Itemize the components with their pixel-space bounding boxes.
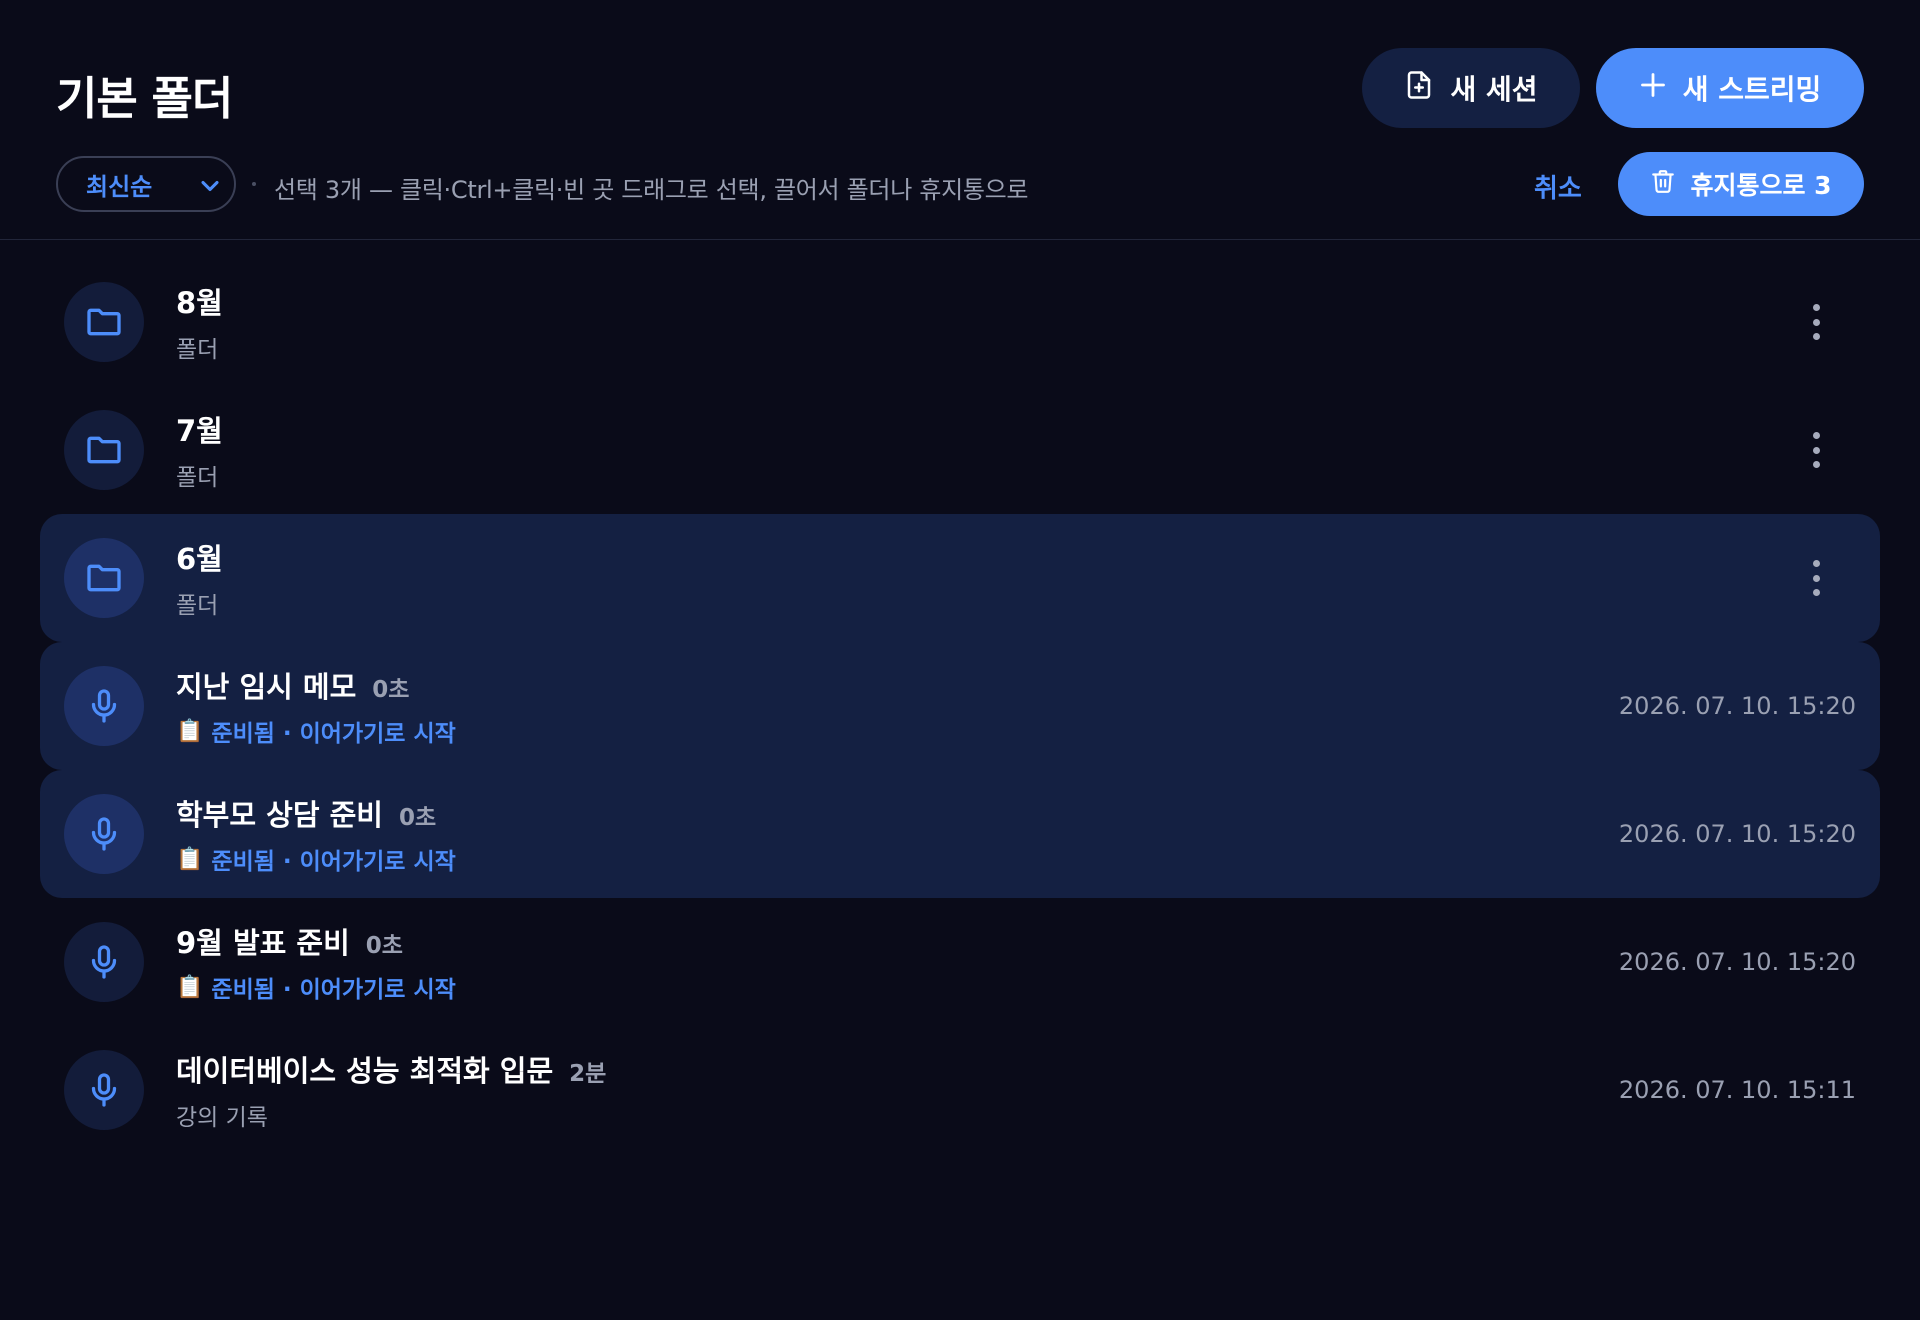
chevron-down-icon — [196, 172, 224, 206]
new-stream-button[interactable]: 새 스트리밍 — [1596, 48, 1864, 128]
page-title: 기본 폴더 — [56, 72, 233, 125]
new-session-button[interactable]: 새 세션 — [1362, 48, 1580, 128]
clipboard-icon: 📋 — [176, 718, 204, 744]
move-to-trash-label: 휴지통으로 3 — [1690, 171, 1832, 200]
session-duration: 2분 — [569, 1061, 607, 1087]
folder-title: 7월 — [176, 414, 223, 448]
folder-title: 6월 — [176, 542, 223, 576]
session-duration: 0초 — [372, 677, 410, 703]
folder-title: 8월 — [176, 286, 223, 320]
session-date: 2026. 07. 10. 15:11 — [1618, 1076, 1856, 1104]
clipboard-icon: 📋 — [176, 846, 204, 872]
page-header: 기본 폴더 새 세션 새 스트리밍 최신순 선택 3개 — 클릭·Ctrl+클릭… — [0, 0, 1920, 240]
folder-row[interactable]: 7월 폴더 — [40, 386, 1880, 514]
microphone-icon — [64, 1050, 144, 1130]
session-title: 지난 임시 메모 0초 — [176, 670, 410, 704]
folder-icon — [64, 538, 144, 618]
folder-icon — [64, 410, 144, 490]
new-stream-label: 새 스트리밍 — [1682, 73, 1822, 106]
more-vertical-icon[interactable] — [1804, 430, 1828, 470]
folder-subtitle: 폴더 — [176, 337, 219, 363]
folder-subtitle: 폴더 — [176, 465, 219, 491]
cancel-button[interactable]: 취소 — [1534, 168, 1582, 205]
microphone-icon — [64, 922, 144, 1002]
session-row[interactable]: 9월 발표 준비 0초 📋 준비됨 · 이어가기로 시작 2026. 07. 1… — [40, 898, 1880, 1026]
session-title: 데이터베이스 성능 최적화 입문 2분 — [176, 1054, 607, 1088]
session-subtitle: 강의 기록 — [176, 1105, 268, 1131]
folder-row[interactable]: 8월 폴더 — [40, 258, 1880, 386]
plus-icon — [1639, 71, 1667, 106]
sort-select[interactable]: 최신순 — [56, 156, 236, 212]
session-date: 2026. 07. 10. 15:20 — [1618, 820, 1856, 848]
sort-value: 최신순 — [86, 172, 153, 201]
session-duration: 0초 — [398, 805, 437, 831]
session-date: 2026. 07. 10. 15:20 — [1618, 948, 1856, 976]
separator-dot — [252, 182, 256, 186]
microphone-icon — [64, 666, 144, 746]
session-title: 학부모 상담 준비 0초 — [176, 798, 437, 832]
session-status[interactable]: 📋 준비됨 · 이어가기로 시작 — [176, 842, 456, 876]
selection-help-text: 선택 3개 — 클릭·Ctrl+클릭·빈 곳 드래그로 선택, 끌어서 폴더나 … — [274, 176, 1029, 204]
more-vertical-icon[interactable] — [1804, 302, 1828, 342]
more-vertical-icon[interactable] — [1804, 558, 1828, 598]
microphone-icon — [64, 794, 144, 874]
session-status[interactable]: 📋 준비됨 · 이어가기로 시작 — [176, 970, 456, 1004]
file-plus-icon — [1404, 69, 1434, 108]
folder-row[interactable]: 6월 폴더 — [40, 514, 1880, 642]
session-row[interactable]: 데이터베이스 성능 최적화 입문 2분 강의 기록 2026. 07. 10. … — [40, 1026, 1880, 1154]
session-duration: 0초 — [365, 933, 403, 959]
trash-icon — [1650, 167, 1676, 201]
move-to-trash-button[interactable]: 휴지통으로 3 — [1618, 152, 1864, 216]
session-title: 9월 발표 준비 0초 — [176, 926, 403, 960]
clipboard-icon: 📋 — [176, 974, 204, 1000]
session-row[interactable]: 지난 임시 메모 0초 📋 준비됨 · 이어가기로 시작 2026. 07. 1… — [40, 642, 1880, 770]
session-row[interactable]: 학부모 상담 준비 0초 📋 준비됨 · 이어가기로 시작 2026. 07. … — [40, 770, 1880, 898]
folder-icon — [64, 282, 144, 362]
item-list: 8월 폴더 7월 폴더 6월 폴더 지난 임시 메모 0초 📋 준비됨 · 이어… — [40, 258, 1880, 1154]
session-date: 2026. 07. 10. 15:20 — [1618, 692, 1856, 720]
folder-subtitle: 폴더 — [176, 593, 219, 619]
new-session-label: 새 세션 — [1450, 73, 1538, 106]
session-status[interactable]: 📋 준비됨 · 이어가기로 시작 — [176, 714, 456, 748]
